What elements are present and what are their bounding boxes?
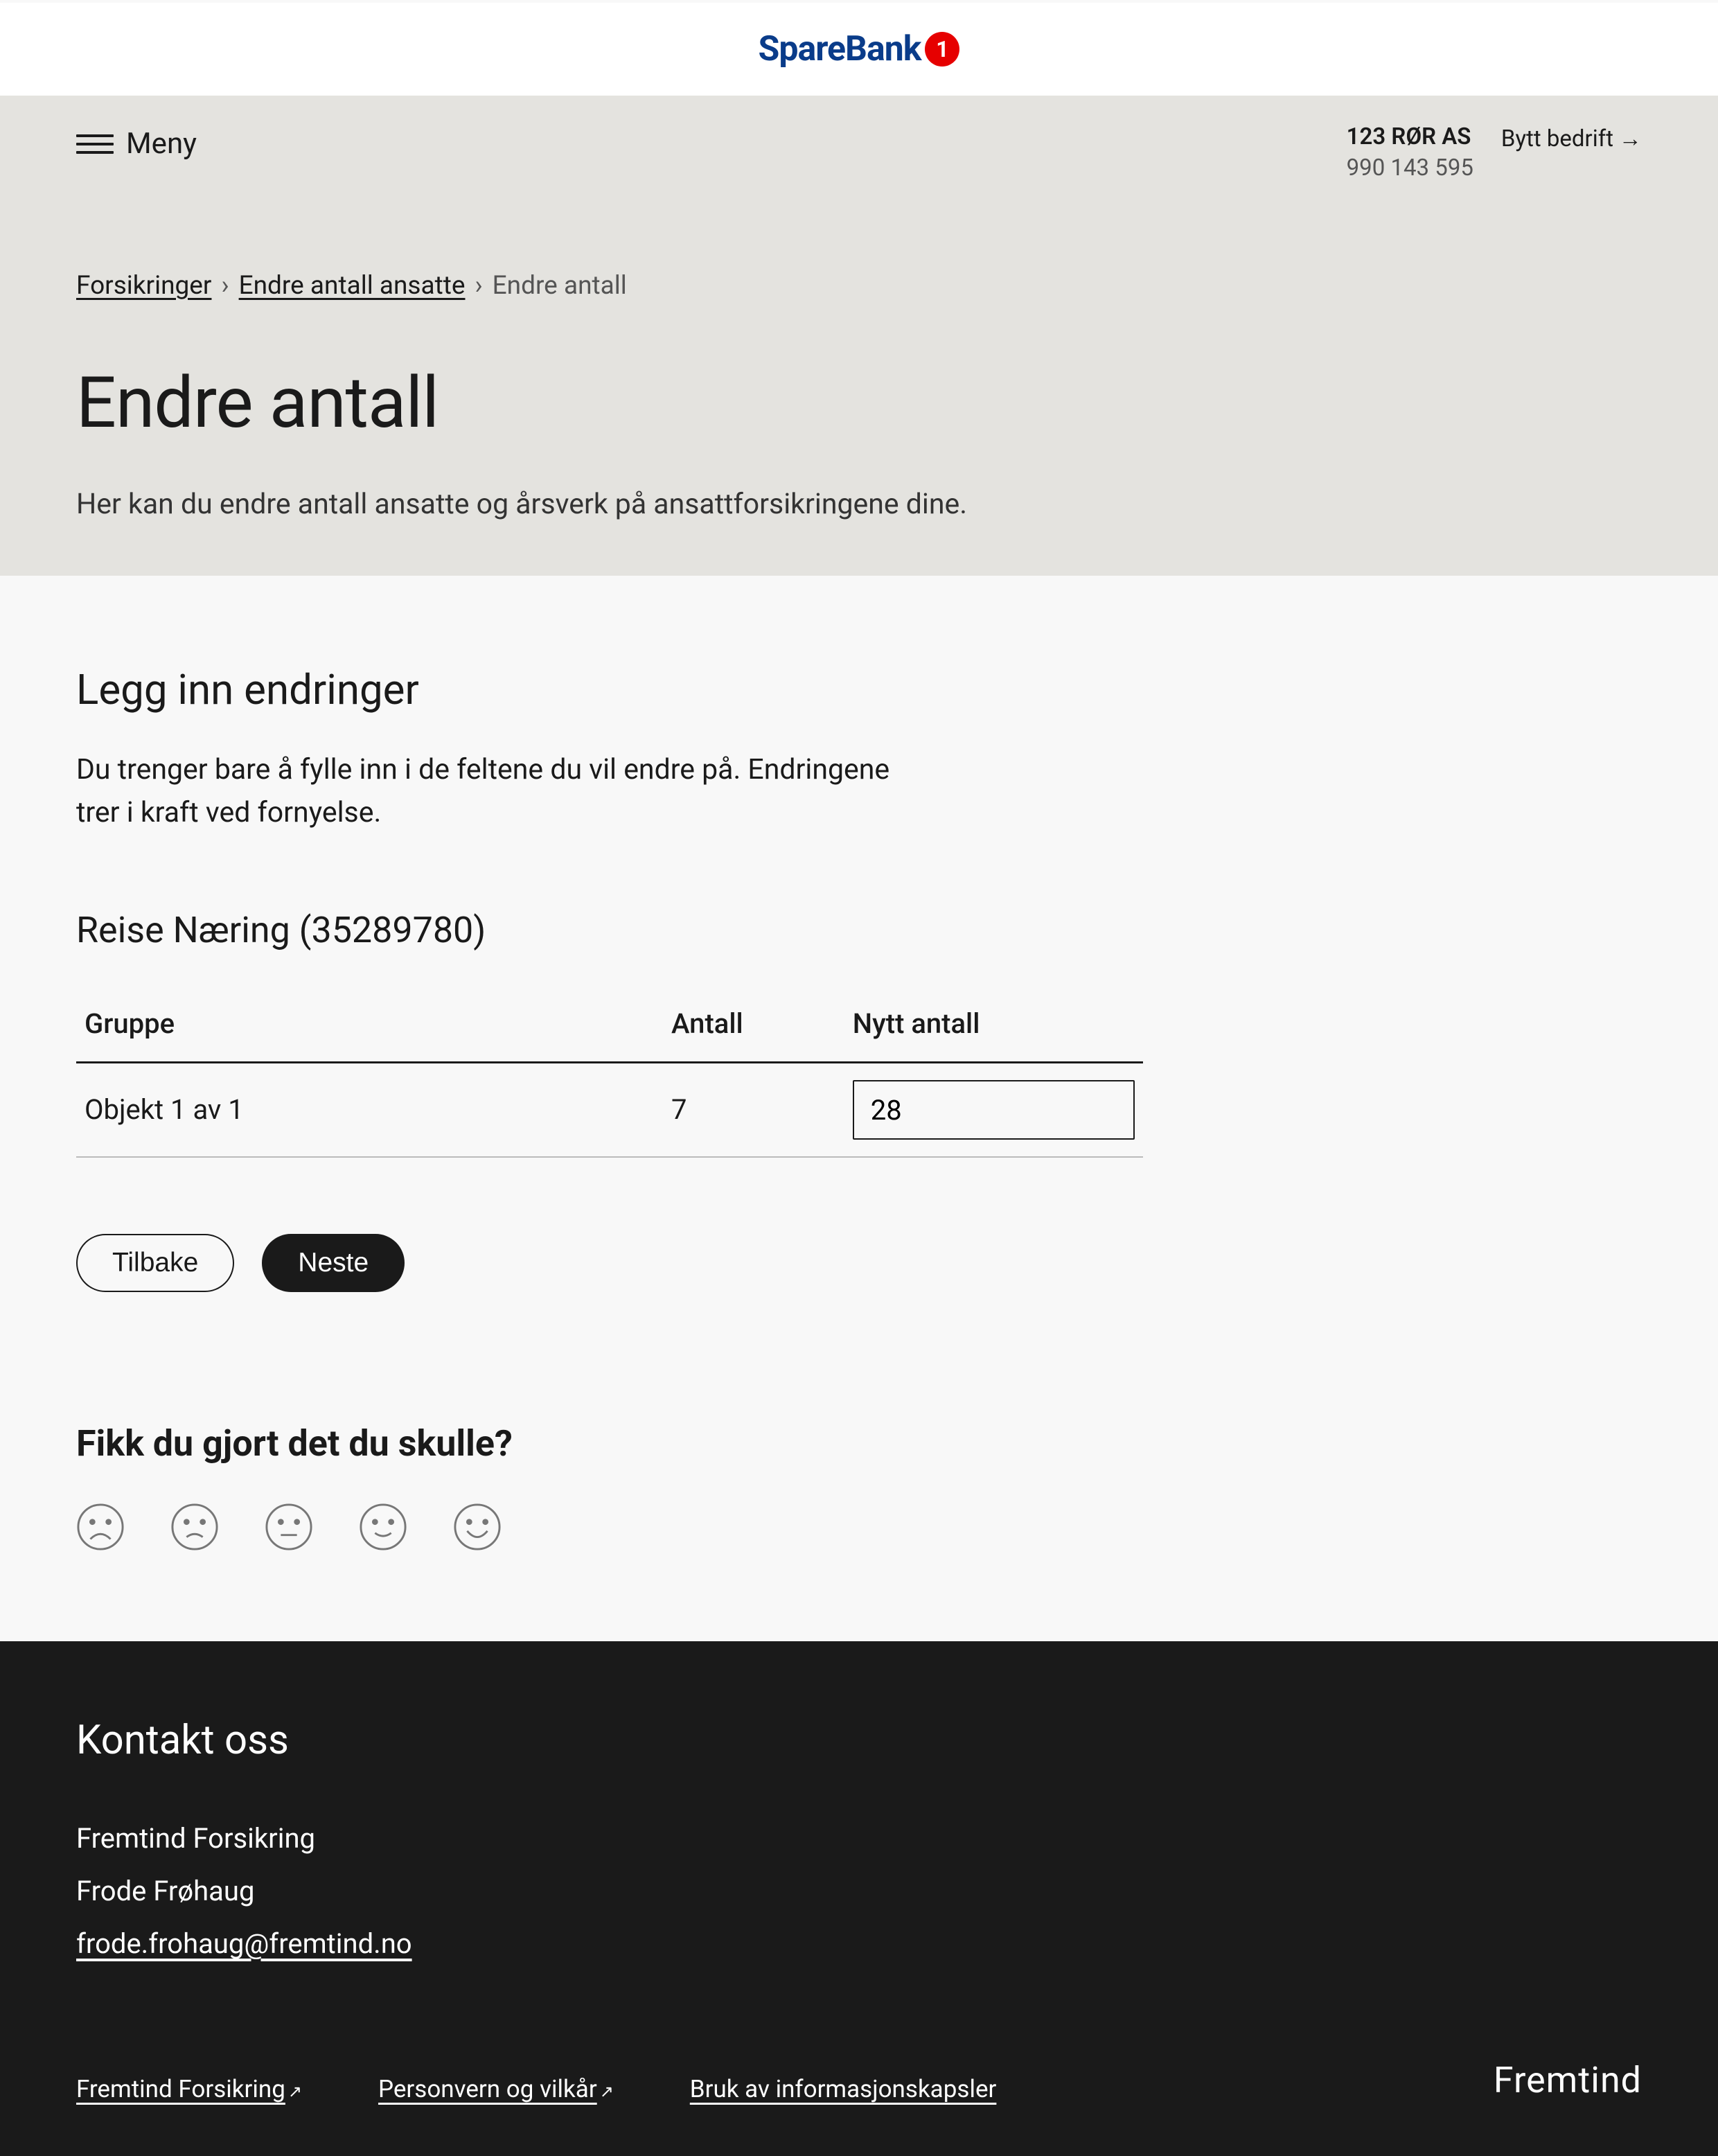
face-neutral-icon[interactable]	[265, 1503, 313, 1551]
footer-link-cookies[interactable]: Bruk av informasjonskapsler	[690, 2071, 997, 2108]
arrow-right-icon: →	[1619, 122, 1642, 157]
footer-title: Kontakt oss	[76, 1711, 1642, 1771]
external-link-icon: ↗	[288, 2079, 302, 2104]
external-link-icon: ↗	[600, 2079, 614, 2104]
logo-bar: SpareBank 1	[0, 0, 1718, 96]
footer-links: Fremtind Forsikring↗ Personvern og vilkå…	[76, 2071, 996, 2108]
employee-count-table: Gruppe Antall Nytt antall Objekt 1 av 1 …	[76, 987, 1143, 1158]
main-content: Legg inn endringer Du trenger bare å fyl…	[0, 576, 1718, 1641]
header-top: Meny 123 RØR AS 990 143 595 Bytt bedrift…	[76, 122, 1642, 184]
menu-label: Meny	[126, 122, 197, 166]
switch-company-link[interactable]: Bytt bedrift →	[1501, 122, 1642, 157]
company-org: 990 143 595	[1347, 153, 1473, 184]
section-desc: Du trenger bare å fylle inn i de feltene…	[76, 749, 928, 834]
logo-badge-icon: 1	[925, 32, 959, 67]
breadcrumb-current: Endre antall	[493, 267, 627, 306]
footer-contact-name: Frode Frøhaug	[76, 1865, 1642, 1918]
footer-bottom: Fremtind Forsikring↗ Personvern og vilkå…	[76, 2053, 1642, 2108]
company-name: 123 RØR AS	[1347, 122, 1473, 153]
next-button[interactable]: Neste	[262, 1234, 405, 1292]
face-happy-icon[interactable]	[359, 1503, 407, 1551]
back-button[interactable]: Tilbake	[76, 1234, 234, 1292]
footer-contact-block: Fremtind Forsikring Frode Frøhaug frode.…	[76, 1812, 1642, 1970]
new-count-input[interactable]	[853, 1080, 1135, 1140]
logo-text: SpareBank	[759, 24, 921, 76]
breadcrumb-link[interactable]: Forsikringer	[76, 267, 211, 306]
feedback-faces	[76, 1503, 1642, 1551]
sparebank1-logo[interactable]: SpareBank 1	[759, 24, 960, 76]
th-new-count: Nytt antall	[844, 987, 1143, 1063]
cell-count: 7	[663, 1063, 844, 1158]
page-title: Endre antall	[76, 350, 1642, 456]
menu-button[interactable]: Meny	[76, 122, 197, 166]
footer-link-privacy[interactable]: Personvern og vilkår↗	[378, 2071, 614, 2108]
button-row: Tilbake Neste	[76, 1234, 1642, 1292]
footer: Kontakt oss Fremtind Forsikring Frode Fr…	[0, 1641, 1718, 2156]
product-title: Reise Næring (35289780)	[76, 903, 1642, 957]
breadcrumb: Forsikringer › Endre antall ansatte › En…	[76, 267, 1642, 306]
face-very-happy-icon[interactable]	[453, 1503, 502, 1551]
th-group: Gruppe	[76, 987, 663, 1063]
feedback-title: Fikk du gjort det du skulle?	[76, 1417, 1642, 1471]
breadcrumb-link[interactable]: Endre antall ansatte	[239, 267, 466, 306]
company-block: 123 RØR AS 990 143 595 Bytt bedrift →	[1347, 122, 1642, 184]
chevron-right-icon: ›	[475, 267, 483, 306]
page-subtitle: Her kan du endre antall ansatte og årsve…	[76, 484, 1642, 527]
section-title: Legg inn endringer	[76, 659, 1642, 721]
footer-link-fremtind[interactable]: Fremtind Forsikring↗	[76, 2071, 302, 2108]
chevron-right-icon: ›	[221, 267, 229, 306]
face-sad-icon[interactable]	[170, 1503, 219, 1551]
cell-new-count	[844, 1063, 1143, 1158]
company-info: 123 RØR AS 990 143 595	[1347, 122, 1473, 184]
fremtind-logo: Fremtind	[1494, 2053, 1642, 2108]
th-count: Antall	[663, 987, 844, 1063]
hamburger-icon	[76, 134, 114, 154]
footer-company: Fremtind Forsikring	[76, 1812, 1642, 1865]
switch-company-label: Bytt bedrift	[1501, 122, 1613, 157]
footer-email-link[interactable]: frode.frohaug@fremtind.no	[76, 1927, 412, 1960]
face-very-sad-icon[interactable]	[76, 1503, 125, 1551]
page-header: Meny 123 RØR AS 990 143 595 Bytt bedrift…	[0, 96, 1718, 576]
cell-group: Objekt 1 av 1	[76, 1063, 663, 1158]
table-row: Objekt 1 av 1 7	[76, 1063, 1143, 1158]
